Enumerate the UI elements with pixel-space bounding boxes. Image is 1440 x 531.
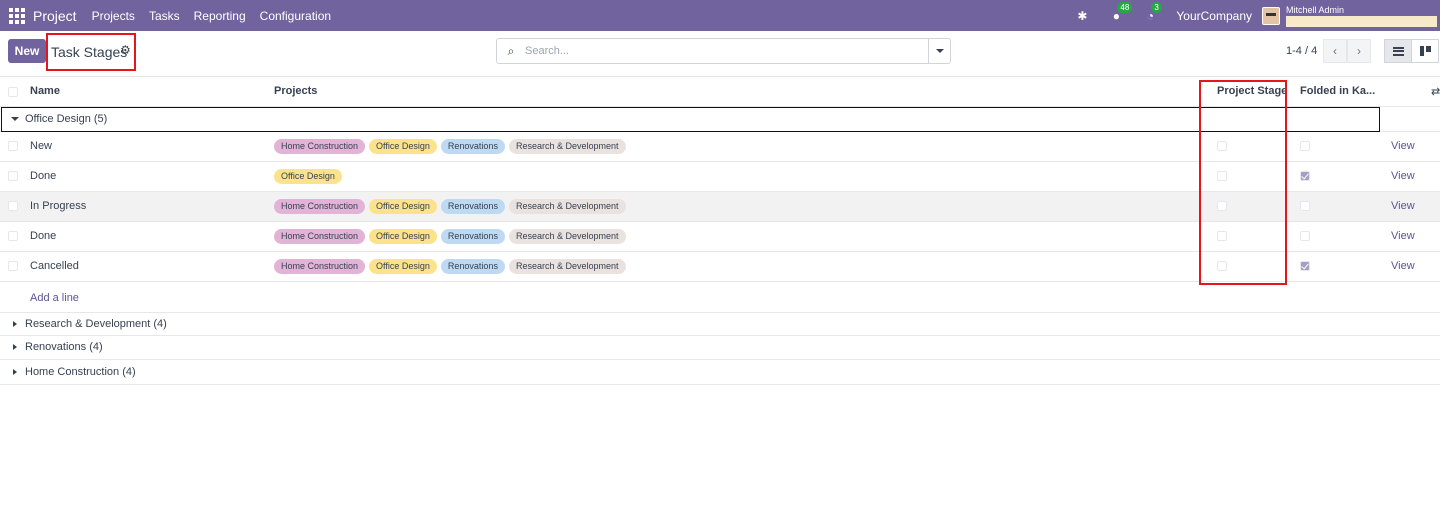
column-folded[interactable]: Folded in Ka...	[1300, 85, 1375, 97]
group-label: Research & Development (4)	[25, 318, 167, 330]
row-select-checkbox[interactable]	[8, 231, 18, 241]
app-name[interactable]: Project	[33, 8, 77, 24]
user-db-bar	[1286, 15, 1437, 27]
group-header-renovations[interactable]: Renovations (4)	[0, 336, 1440, 360]
row-select-checkbox[interactable]	[8, 201, 18, 211]
project-tag: Home Construction	[274, 229, 366, 244]
list-icon	[1392, 46, 1404, 56]
project-tags: Home Construction Office Design Renovation…	[274, 199, 630, 214]
user-name: Mitchell Admin	[1286, 4, 1345, 15]
group-label: Home Construction (4)	[25, 366, 136, 378]
project-tag: Home Construction	[274, 199, 366, 214]
search-icon: ⌕	[507, 43, 515, 58]
stage-name[interactable]: New	[30, 140, 52, 152]
group-header-research-development[interactable]: Research & Development (4)	[0, 312, 1440, 336]
list-view-button[interactable]	[1384, 39, 1412, 63]
stage-name[interactable]: In Progress	[30, 200, 86, 212]
project-tag: Office Design	[274, 169, 342, 184]
view-button[interactable]: View	[1391, 200, 1415, 212]
messages-icon[interactable]: ● 48	[1108, 1, 1133, 24]
project-tag: Home Construction	[274, 259, 366, 274]
folded-checkbox[interactable]	[1300, 261, 1310, 271]
column-projects[interactable]: Projects	[274, 85, 317, 97]
app-menu-icon[interactable]	[9, 7, 25, 24]
group-focus-outline	[1, 107, 1380, 132]
add-line-link[interactable]: Add a line	[30, 292, 79, 304]
systray: ✱ ● 48 ◔ 3 YourCompany Mitchell Admin	[1074, 0, 1440, 31]
caret-right-icon	[13, 344, 17, 350]
project-tag: Research & Development	[508, 259, 626, 274]
folded-checkbox[interactable]	[1300, 141, 1310, 151]
project-tag: Renovations	[440, 139, 505, 154]
folded-checkbox[interactable]	[1300, 231, 1310, 241]
company-switcher[interactable]: YourCompany	[1176, 9, 1252, 23]
top-navbar: Project Projects Tasks Reporting Configu…	[0, 0, 1440, 31]
project-tag: Office Design	[369, 139, 437, 154]
main-menu: Projects Tasks Reporting Configuration	[85, 9, 338, 23]
kanban-view-button[interactable]	[1411, 39, 1439, 63]
project-tag: Research & Development	[508, 229, 626, 244]
stage-name[interactable]: Done	[30, 230, 56, 242]
menu-projects[interactable]: Projects	[92, 9, 135, 23]
activities-icon[interactable]: ◔ 3	[1142, 1, 1162, 24]
new-button[interactable]: New	[8, 39, 46, 63]
pager-value[interactable]: 1-4 / 4	[1286, 45, 1317, 57]
folded-checkbox[interactable]	[1300, 201, 1310, 211]
project-tags: Home Construction Office Design Renovation…	[274, 229, 630, 244]
menu-tasks[interactable]: Tasks	[149, 9, 180, 23]
project-tag: Renovations	[440, 259, 505, 274]
pager-next-button[interactable]: ›	[1347, 39, 1371, 63]
debug-icon[interactable]: ✱	[1074, 8, 1090, 24]
project-tags: Home Construction Office Design Renovation…	[274, 259, 630, 274]
control-panel: New Task Stages ⚙ ⌕ Search... 1-4 / 4 ‹ …	[0, 31, 1440, 77]
project-tags: Office Design	[274, 169, 346, 184]
group-label: Renovations (4)	[25, 341, 103, 353]
select-all-checkbox[interactable]	[8, 87, 18, 97]
kanban-icon	[1419, 46, 1431, 56]
project-tag: Office Design	[369, 229, 437, 244]
page-title: Task Stages	[51, 44, 128, 60]
folded-checkbox[interactable]	[1300, 171, 1310, 181]
messages-badge: 48	[1117, 1, 1133, 13]
stage-name[interactable]: Done	[30, 170, 56, 182]
project-tag: Renovations	[440, 199, 505, 214]
project-tag: Office Design	[369, 199, 437, 214]
search-bar: ⌕ Search...	[496, 38, 951, 64]
column-name[interactable]: Name	[30, 85, 60, 97]
project-tag: Research & Development	[508, 199, 626, 214]
row-select-checkbox[interactable]	[8, 261, 18, 271]
gear-icon[interactable]: ⚙	[120, 43, 131, 57]
user-menu[interactable]: Mitchell Admin	[1286, 5, 1437, 27]
view-button[interactable]: View	[1391, 140, 1415, 152]
view-button[interactable]: View	[1391, 260, 1415, 272]
project-tag: Renovations	[440, 229, 505, 244]
project-tags: Home Construction Office Design Renovation…	[274, 139, 630, 154]
view-button[interactable]: View	[1391, 230, 1415, 242]
stage-name[interactable]: Cancelled	[30, 260, 79, 272]
view-button[interactable]: View	[1391, 170, 1415, 182]
project-tag: Home Construction	[274, 139, 366, 154]
row-select-checkbox[interactable]	[8, 171, 18, 181]
menu-configuration[interactable]: Configuration	[260, 9, 331, 23]
row-select-checkbox[interactable]	[8, 141, 18, 151]
menu-reporting[interactable]: Reporting	[194, 9, 246, 23]
group-header-home-construction[interactable]: Home Construction (4)	[0, 360, 1440, 385]
search-input[interactable]: Search...	[525, 45, 928, 57]
search-options-toggle[interactable]	[928, 39, 950, 63]
user-avatar[interactable]	[1262, 6, 1280, 25]
project-tag: Research & Development	[508, 139, 626, 154]
chevron-down-icon	[935, 49, 944, 53]
pager-previous-button[interactable]: ‹	[1323, 39, 1347, 63]
caret-right-icon	[13, 369, 17, 375]
caret-right-icon	[13, 321, 17, 327]
optional-columns-icon[interactable]: ⇄	[1431, 85, 1440, 98]
project-stage-highlight-box	[1199, 80, 1287, 285]
project-tag: Office Design	[369, 259, 437, 274]
activities-badge: 3	[1151, 1, 1162, 13]
